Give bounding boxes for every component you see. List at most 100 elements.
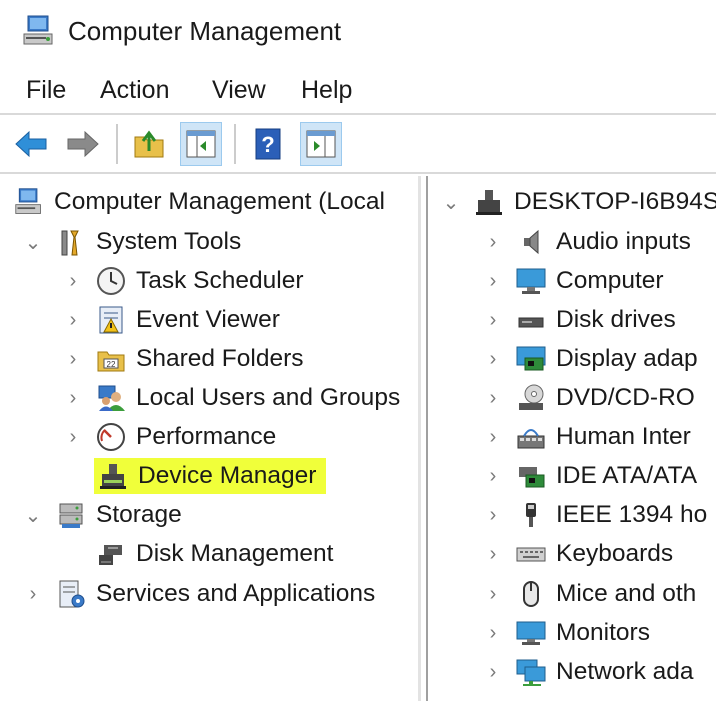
ieee1394-icon [514, 498, 548, 532]
tree-item-label: Task Scheduler [136, 267, 304, 294]
chevron-right-icon[interactable]: › [482, 419, 504, 455]
tree-item-label: Storage [96, 501, 182, 528]
chevron-right-icon[interactable]: › [22, 576, 44, 612]
users-icon [94, 381, 128, 415]
chevron-right-icon[interactable]: › [482, 380, 504, 416]
tree-item-services[interactable]: › Services and Applications [22, 576, 375, 612]
device-category[interactable]: › DVD/CD-RO [482, 380, 695, 416]
tree-item-performance[interactable]: › Performance [62, 419, 276, 455]
tree-item-system-tools[interactable]: ⌄ System Tools [22, 224, 241, 260]
device-category[interactable]: › IDE ATA/ATA [482, 458, 697, 494]
monitor-icon [514, 616, 548, 650]
tree-item-label: System Tools [96, 228, 242, 255]
chevron-down-icon[interactable]: ⌄ [22, 497, 44, 533]
chevron-right-icon[interactable]: › [482, 341, 504, 377]
chevron-right-icon[interactable]: › [482, 576, 504, 612]
show-hide-action-pane-icon[interactable] [300, 122, 342, 166]
performance-gauge-icon [94, 420, 128, 454]
device-category[interactable]: › Audio inputs [482, 224, 691, 260]
console-tree-pane: Computer Management (Local ⌄ System Tool… [0, 176, 418, 701]
chevron-right-icon[interactable]: › [482, 458, 504, 494]
chevron-right-icon[interactable]: › [62, 341, 84, 377]
chevron-right-icon[interactable]: › [62, 302, 84, 338]
device-category[interactable]: › Disk drives [482, 302, 676, 338]
shared-folder-icon: 22 [94, 342, 128, 376]
computer-management-icon [22, 14, 56, 48]
human-interface-icon [514, 420, 548, 454]
tree-item-event-viewer[interactable]: › Event Viewer [62, 302, 280, 338]
device-category-label: Monitors [556, 619, 650, 646]
device-category-label: Mice and oth [556, 580, 697, 607]
forward-arrow-icon[interactable] [62, 122, 104, 166]
show-hide-tree-icon[interactable] [180, 122, 222, 166]
device-category-label: Keyboards [556, 540, 674, 567]
clock-icon [94, 264, 128, 298]
tree-item-label: Device Manager [138, 462, 317, 489]
menu-help[interactable]: Help [301, 70, 352, 110]
toolbar-separator [116, 124, 118, 164]
services-icon [54, 577, 88, 611]
chevron-right-icon[interactable]: › [482, 615, 504, 651]
device-root[interactable]: ⌄ DESKTOP-I6B94S [440, 184, 716, 220]
device-category[interactable]: › Monitors [482, 615, 650, 651]
chevron-down-icon[interactable]: ⌄ [22, 224, 44, 260]
toolbar-divider [0, 172, 716, 174]
menu-bar: File Action View Help [0, 70, 716, 110]
chevron-right-icon[interactable]: › [482, 497, 504, 533]
title-bar: Computer Management [0, 0, 716, 62]
chevron-right-icon[interactable]: › [482, 302, 504, 338]
toolbar-separator [234, 124, 236, 164]
chevron-right-icon[interactable]: › [62, 419, 84, 455]
tree-item-shared-folders[interactable]: › 22 Shared Folders [62, 341, 304, 377]
device-category[interactable]: › Computer [482, 263, 664, 299]
chevron-right-icon[interactable]: › [482, 654, 504, 690]
tree-item-local-users[interactable]: › Local Users and Groups [62, 380, 400, 416]
menu-view[interactable]: View [212, 70, 266, 110]
chevron-right-icon[interactable]: › [482, 224, 504, 260]
tree-item-label: Services and Applications [96, 580, 376, 607]
tree-item-label: Shared Folders [136, 345, 304, 372]
dvd-drive-icon [514, 381, 548, 415]
svg-text:?: ? [261, 132, 274, 157]
device-category-label: Display adap [556, 345, 698, 372]
chevron-right-icon[interactable]: › [482, 263, 504, 299]
device-category[interactable]: › Keyboards [482, 536, 673, 572]
disk-management-icon [94, 537, 128, 571]
chevron-right-icon[interactable]: › [482, 536, 504, 572]
tree-item-root[interactable]: Computer Management (Local [12, 184, 385, 220]
device-category[interactable]: › Display adap [482, 341, 698, 377]
menu-action[interactable]: Action [100, 70, 169, 110]
monitor-icon [514, 264, 548, 298]
ide-controller-icon [514, 459, 548, 493]
computer-node-icon [472, 185, 506, 219]
network-adapter-icon [514, 655, 548, 689]
tree-item-task-scheduler[interactable]: › Task Scheduler [62, 263, 304, 299]
pane-border [426, 176, 428, 701]
toolbar-divider [0, 113, 716, 115]
chevron-down-icon[interactable]: ⌄ [440, 184, 462, 220]
chevron-right-icon[interactable]: › [62, 263, 84, 299]
back-arrow-icon[interactable] [10, 122, 52, 166]
help-icon[interactable]: ? [248, 122, 290, 166]
device-category[interactable]: › Human Inter [482, 419, 691, 455]
computer-management-icon [12, 185, 46, 219]
selection-highlight: Device Manager [94, 458, 327, 494]
tree-item-disk-management[interactable]: Disk Management [94, 536, 333, 572]
device-category[interactable]: › Network ada [482, 654, 694, 690]
tree-item-storage[interactable]: ⌄ Storage [22, 497, 182, 533]
device-category[interactable]: › IEEE 1394 ho [482, 497, 708, 533]
tools-icon [54, 225, 88, 259]
up-folder-icon[interactable] [128, 122, 170, 166]
device-category-label: IEEE 1394 ho [556, 501, 708, 528]
pane-splitter[interactable] [418, 176, 421, 701]
tree-item-label: Disk Management [136, 540, 334, 567]
mouse-icon [514, 577, 548, 611]
audio-icon [514, 225, 548, 259]
chevron-right-icon[interactable]: › [62, 380, 84, 416]
svg-text:22: 22 [107, 360, 116, 369]
tree-item-device-manager[interactable]: Device Manager [94, 458, 327, 494]
device-category[interactable]: › Mice and oth [482, 576, 696, 612]
device-category-label: Human Inter [556, 423, 691, 450]
storage-icon [54, 498, 88, 532]
menu-file[interactable]: File [26, 70, 66, 110]
